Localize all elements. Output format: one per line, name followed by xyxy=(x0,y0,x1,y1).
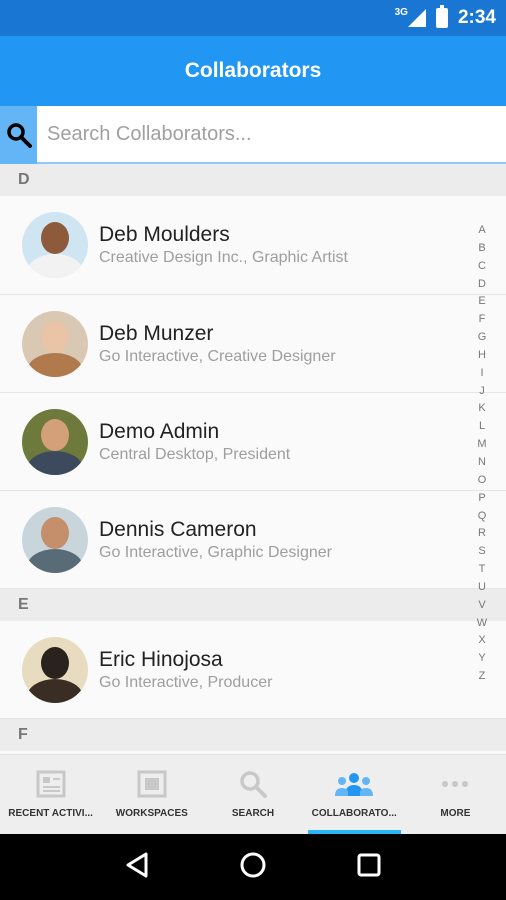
index-letter[interactable]: H xyxy=(478,347,486,365)
index-letter[interactable]: B xyxy=(478,240,485,258)
section-header-e: E xyxy=(0,589,506,621)
search-bar xyxy=(0,106,506,164)
battery-icon xyxy=(435,5,448,28)
search-icon[interactable] xyxy=(0,106,37,164)
nav-label: SEARCH xyxy=(231,808,275,819)
nav-label: WORKSPACES xyxy=(115,808,188,819)
index-letter[interactable]: C xyxy=(478,258,486,276)
index-letter[interactable]: G xyxy=(478,329,487,347)
nav-label: MORE xyxy=(440,808,471,819)
index-letter[interactable]: F xyxy=(479,311,486,329)
collaborator-list[interactable]: D Deb Moulders Creative Design Inc., Gra… xyxy=(0,164,506,754)
index-letter[interactable]: Z xyxy=(479,668,486,686)
list-item[interactable]: Deb Munzer Go Interactive, Creative Desi… xyxy=(0,295,506,393)
contact-subtitle: Creative Design Inc., Graphic Artist xyxy=(99,249,348,266)
nav-more[interactable]: MORE xyxy=(405,755,506,834)
contact-name: Eric Hinojosa xyxy=(99,647,223,671)
index-letter[interactable]: V xyxy=(478,597,485,615)
section-header-d: D xyxy=(0,164,506,196)
contact-subtitle: Go Interactive, Creative Designer xyxy=(99,347,336,365)
workspaces-icon xyxy=(137,770,167,804)
signal-icon xyxy=(407,9,426,27)
index-letter[interactable]: E xyxy=(478,293,485,311)
avatar xyxy=(22,408,88,475)
index-letter[interactable]: U xyxy=(478,579,486,597)
avatar xyxy=(22,636,88,703)
contact-name: Demo Admin xyxy=(99,419,220,443)
more-icon xyxy=(440,770,470,804)
contact-name: Deb Moulders xyxy=(99,223,230,246)
index-letter[interactable]: S xyxy=(478,543,485,561)
index-letter[interactable]: T xyxy=(479,561,486,579)
index-letter[interactable]: R xyxy=(478,525,486,543)
index-letter[interactable]: W xyxy=(477,615,487,633)
page-title: Collaborators xyxy=(184,59,322,82)
index-letter[interactable]: O xyxy=(478,472,487,490)
index-letter[interactable]: K xyxy=(478,400,485,418)
contact-name: Dennis Cameron xyxy=(99,517,257,541)
system-navigation-bar xyxy=(0,834,506,900)
list-item[interactable]: Eric Hinojosa Go Interactive, Producer xyxy=(0,621,506,719)
app-bar: Collaborators xyxy=(0,36,506,106)
contact-subtitle: Go Interactive, Graphic Designer xyxy=(99,543,332,561)
bottom-nav: RECENT ACTIVI... WORKSPACES SEARCH COLLA… xyxy=(0,754,506,834)
news-icon xyxy=(36,770,66,804)
contact-name: Deb Munzer xyxy=(99,321,214,345)
list-item[interactable]: Dennis Cameron Go Interactive, Graphic D… xyxy=(0,491,506,589)
index-letter[interactable]: X xyxy=(478,632,485,650)
nav-recent-activity[interactable]: RECENT ACTIVI... xyxy=(0,755,101,834)
status-bar: 3G 2:34 xyxy=(0,0,506,36)
alphabet-index[interactable]: ABCDEFGHIJKLMNOPQRSTUVWXYZ xyxy=(474,222,490,686)
avatar xyxy=(22,212,88,278)
search-input[interactable] xyxy=(37,106,506,164)
back-icon[interactable] xyxy=(124,851,150,884)
index-letter[interactable]: M xyxy=(477,436,486,454)
search-icon xyxy=(238,770,268,804)
nav-workspaces[interactable]: WORKSPACES xyxy=(101,755,202,834)
index-letter[interactable]: N xyxy=(478,454,486,472)
index-letter[interactable]: Y xyxy=(478,650,485,668)
nav-search[interactable]: SEARCH xyxy=(202,755,303,834)
index-letter[interactable]: P xyxy=(478,490,485,508)
nav-label: COLLABORATO... xyxy=(311,808,397,819)
avatar xyxy=(22,506,88,573)
people-icon xyxy=(333,770,375,804)
list-item[interactable]: Deb Moulders Creative Design Inc., Graph… xyxy=(0,196,506,295)
section-header-f: F xyxy=(0,719,506,751)
index-letter[interactable]: J xyxy=(479,383,485,401)
recents-icon[interactable] xyxy=(356,852,382,883)
home-icon[interactable] xyxy=(239,851,267,884)
contact-subtitle: Central Desktop, President xyxy=(99,445,291,463)
clock: 2:34 xyxy=(457,7,496,28)
contact-subtitle: Go Interactive, Producer xyxy=(99,673,273,691)
nav-label: RECENT ACTIVI... xyxy=(8,808,93,819)
list-item[interactable]: Demo Admin Central Desktop, President xyxy=(0,393,506,491)
index-letter[interactable]: Q xyxy=(478,508,487,526)
index-letter[interactable]: I xyxy=(480,365,483,383)
network-type: 3G xyxy=(394,6,408,18)
avatar xyxy=(22,310,88,377)
index-letter[interactable]: D xyxy=(478,276,486,294)
index-letter[interactable]: A xyxy=(478,222,485,240)
nav-collaborators[interactable]: COLLABORATO... xyxy=(304,755,405,834)
index-letter[interactable]: L xyxy=(479,418,485,436)
